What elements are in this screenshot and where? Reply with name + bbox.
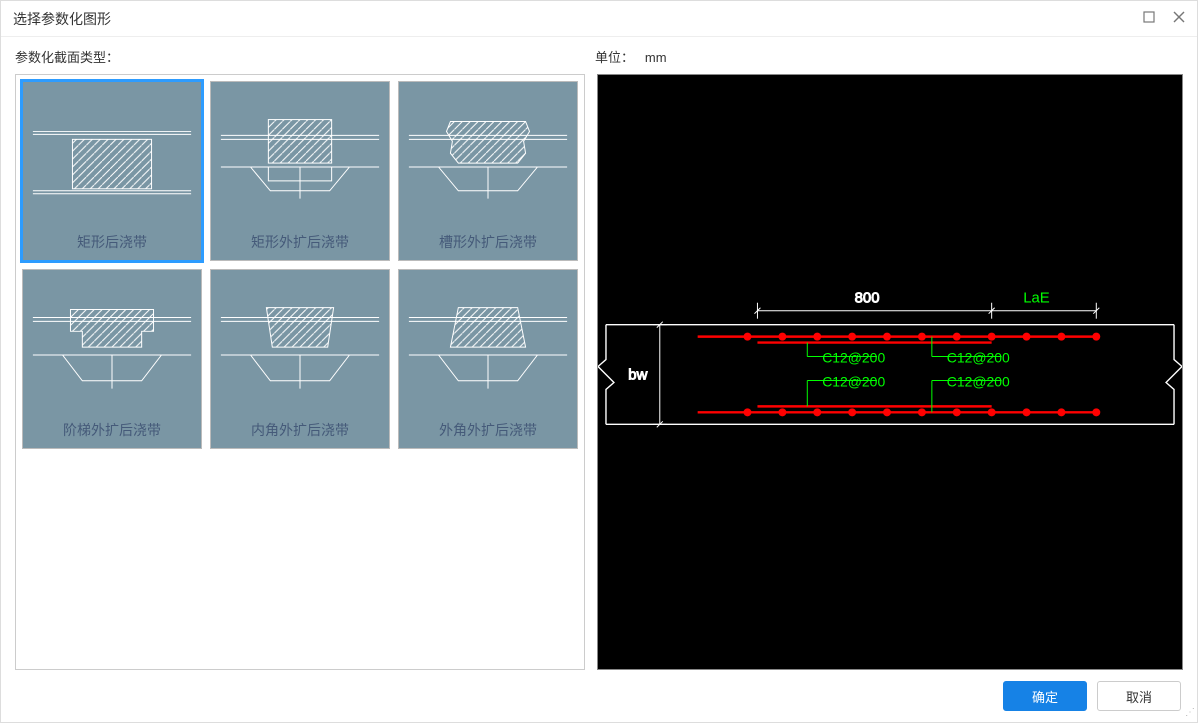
dim-lae: LaE	[1023, 290, 1050, 307]
section-thumb-0[interactable]: 矩形后浇带	[22, 81, 202, 261]
unit-value: mm	[645, 50, 667, 65]
dialog-footer: 确定 取消	[1, 670, 1197, 722]
rebar-label-0: C12@200	[822, 350, 885, 366]
section-thumb-4[interactable]: 内角外扩后浇带	[210, 269, 390, 449]
section-thumb-0-image	[23, 82, 201, 224]
window-controls	[1143, 11, 1185, 26]
labels-row: 参数化截面类型： 单位： mm	[15, 47, 1183, 74]
dialog-title: 选择参数化图形	[13, 9, 111, 29]
dialog-window: 选择参数化图形 参数化截面类型： 单位： mm	[0, 0, 1198, 723]
section-thumb-3-image	[23, 270, 201, 412]
dim-top: 800	[855, 290, 880, 307]
section-type-gallery: 矩形后浇带	[15, 74, 585, 670]
section-thumb-2-image	[399, 82, 577, 224]
section-type-label: 参数化截面类型：	[15, 47, 595, 66]
panels: 矩形后浇带	[15, 74, 1183, 670]
section-thumb-4-image	[211, 270, 389, 412]
unit-label-group: 单位： mm	[595, 47, 667, 66]
cancel-button[interactable]: 取消	[1097, 681, 1181, 711]
resize-grip-icon[interactable]: ⋰	[1183, 708, 1195, 720]
ok-button[interactable]: 确定	[1003, 681, 1087, 711]
section-thumb-1-image	[211, 82, 389, 224]
section-thumb-5-label: 外角外扩后浇带	[399, 412, 577, 448]
dialog-content: 参数化截面类型： 单位： mm	[1, 37, 1197, 670]
section-thumb-3-label: 阶梯外扩后浇带	[23, 412, 201, 448]
section-thumb-5[interactable]: 外角外扩后浇带	[398, 269, 578, 449]
close-icon[interactable]	[1173, 11, 1185, 26]
section-thumb-5-image	[399, 270, 577, 412]
rebar-label-3: C12@200	[947, 373, 1010, 389]
rebar-label-1: C12@200	[947, 350, 1010, 366]
section-thumb-2-label: 槽形外扩后浇带	[399, 224, 577, 260]
dim-bw: bw	[628, 366, 647, 383]
maximize-icon[interactable]	[1143, 11, 1155, 26]
preview-canvas[interactable]: 800 LaE	[597, 74, 1183, 670]
section-thumb-4-label: 内角外扩后浇带	[211, 412, 389, 448]
section-thumb-1[interactable]: 矩形外扩后浇带	[210, 81, 390, 261]
section-thumb-3[interactable]: 阶梯外扩后浇带	[22, 269, 202, 449]
unit-label: 单位：	[595, 50, 634, 65]
titlebar: 选择参数化图形	[1, 1, 1197, 37]
section-thumb-2[interactable]: 槽形外扩后浇带	[398, 81, 578, 261]
section-thumb-1-label: 矩形外扩后浇带	[211, 224, 389, 260]
rebar-label-2: C12@200	[822, 373, 885, 389]
section-thumb-0-label: 矩形后浇带	[23, 224, 201, 260]
